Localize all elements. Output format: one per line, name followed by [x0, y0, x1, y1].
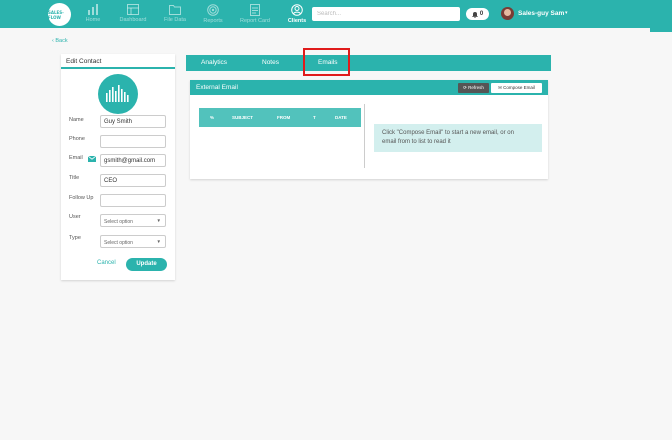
compose-hint-line-1: Click "Compose Email" to start a new ema… — [382, 130, 514, 136]
refresh-label: Refresh — [468, 85, 484, 90]
back-link[interactable]: ‹ Back — [52, 38, 68, 44]
dashboard-icon — [127, 4, 139, 15]
compose-label: Compose Email — [503, 85, 535, 90]
follow-up-label: Follow Up — [69, 195, 94, 201]
column-header-from[interactable]: FROM — [277, 115, 290, 120]
follow-up-field[interactable] — [100, 194, 166, 207]
nav-label-dashboard: Dashboard — [119, 17, 147, 23]
external-email-header: External Email ⟳ Refresh ✉ Compose Email — [190, 80, 548, 95]
edit-contact-card: Edit Contact Name Guy Smith Phone Email … — [61, 54, 175, 280]
app-logo[interactable]: SALES-FLOW — [48, 3, 71, 26]
external-email-title: External Email — [196, 84, 238, 91]
email-label: Email — [69, 155, 83, 161]
phone-label: Phone — [69, 136, 85, 142]
compose-hint: Click "Compose Email" to start a new ema… — [374, 124, 542, 152]
nav-label-reports: Reports — [203, 18, 223, 24]
user-circle-icon — [291, 4, 303, 16]
folder-icon — [169, 5, 181, 15]
caret-down-icon: ▼ — [156, 218, 161, 223]
avatar[interactable] — [501, 7, 514, 20]
target-icon — [207, 4, 219, 16]
logo-text: SALES-FLOW — [48, 9, 64, 20]
email-table-header: % SUBJECT FROM T DATE — [199, 108, 361, 127]
nav-item-file-data[interactable]: File Data — [155, 4, 195, 26]
user-menu-name[interactable]: Sales-guy Sam — [518, 10, 564, 17]
envelope-icon[interactable] — [88, 156, 96, 162]
compose-email-button[interactable]: ✉ Compose Email — [491, 83, 542, 93]
caret-down-icon: ▼ — [156, 239, 161, 244]
nav-item-clients[interactable]: Clients — [277, 4, 317, 26]
report-card-icon — [250, 4, 260, 16]
bar-chart-icon — [88, 4, 98, 15]
nav-label-file-data: File Data — [163, 17, 186, 23]
phone-field[interactable] — [100, 135, 166, 148]
nav-label-report-card: Report Card — [240, 18, 270, 24]
nav-item-report-card[interactable]: Report Card — [235, 4, 275, 26]
type-select-value: Select option — [104, 239, 133, 246]
name-field[interactable]: Guy Smith — [100, 115, 166, 128]
bell-icon — [472, 11, 478, 18]
emails-tab-highlight — [303, 48, 350, 76]
edit-contact-title: Edit Contact — [61, 54, 175, 69]
notifications-button[interactable]: 0 — [466, 8, 489, 20]
name-label: Name — [69, 117, 84, 123]
search-input[interactable] — [312, 7, 460, 21]
type-select[interactable]: Select option ▼ — [100, 235, 166, 248]
cancel-button[interactable]: Cancel — [97, 260, 116, 266]
nav-label-home: Home — [85, 17, 101, 23]
user-label: User — [69, 214, 81, 220]
update-button[interactable]: Update — [126, 258, 167, 271]
contact-avatar — [98, 74, 138, 114]
panel-divider — [364, 104, 365, 168]
tab-notes[interactable]: Notes — [262, 59, 279, 66]
user-select-value: Select option — [104, 218, 133, 225]
nav-item-dashboard[interactable]: Dashboard — [113, 4, 153, 26]
column-header-percent[interactable]: % — [210, 115, 214, 120]
chevron-down-icon[interactable]: ▾ — [565, 10, 568, 16]
external-email-panel: External Email ⟳ Refresh ✉ Compose Email… — [190, 80, 548, 179]
contact-tabs: Analytics Notes Emails — [186, 55, 551, 71]
column-header-t[interactable]: T — [313, 115, 316, 120]
refresh-button[interactable]: ⟳ Refresh — [458, 83, 489, 93]
type-label: Type — [69, 235, 81, 241]
compose-hint-line-2: email from to list to read it — [382, 139, 451, 145]
nav-item-home[interactable]: Home — [73, 4, 113, 26]
title-label: Title — [69, 175, 80, 181]
email-field[interactable]: gsmith@gmail.com — [100, 154, 166, 167]
top-bar-extension — [650, 28, 672, 32]
user-select[interactable]: Select option ▼ — [100, 214, 166, 227]
nav-label-clients: Clients — [287, 18, 307, 24]
column-header-subject[interactable]: SUBJECT — [232, 115, 253, 120]
waveform-icon — [106, 85, 129, 102]
title-field[interactable]: CEO — [100, 174, 166, 187]
notification-count: 0 — [479, 11, 484, 17]
tab-analytics[interactable]: Analytics — [201, 59, 227, 66]
nav-item-reports[interactable]: Reports — [193, 4, 233, 26]
column-header-date[interactable]: DATE — [335, 115, 347, 120]
